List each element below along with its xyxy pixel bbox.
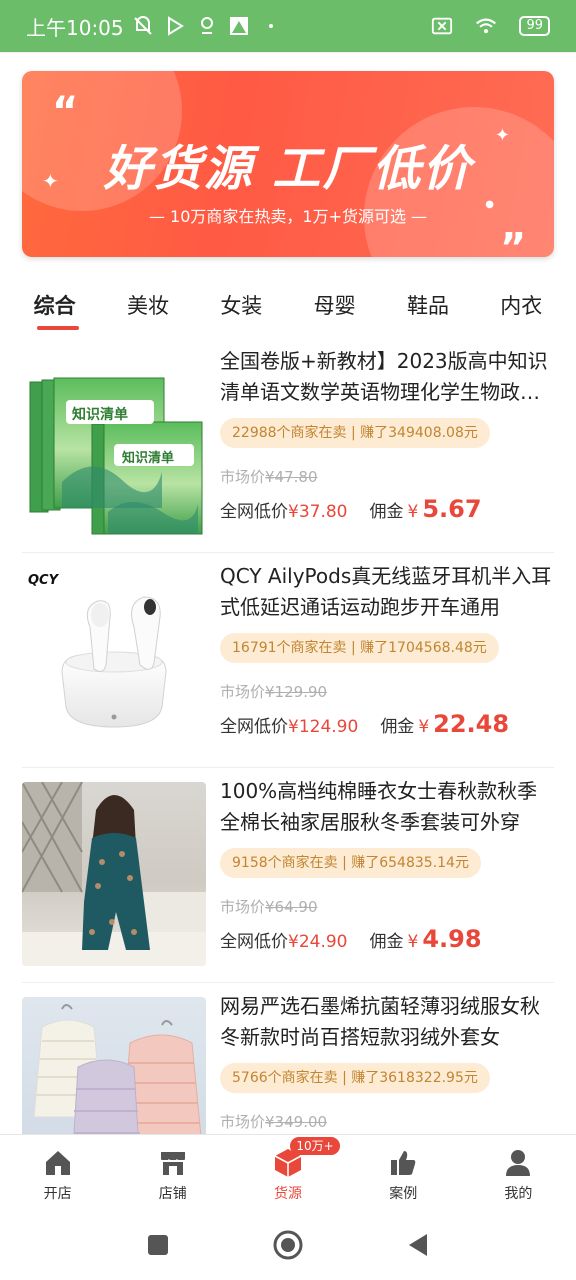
promo-banner[interactable]: “ ✦ ✦ ● 好货源 工厂低价 — 10万商家在热卖，1万+货源可选 — “ xyxy=(22,71,554,257)
seller-badge: 9158个商家在卖 | 赚了654835.14元 xyxy=(220,848,481,878)
tab-all[interactable]: 综合 xyxy=(12,280,98,332)
currency-symbol: ¥ xyxy=(418,717,430,737)
currency-symbol: ¥ xyxy=(407,932,419,952)
price-row: 全网低价 ¥124.90 佣金 ¥ 22.48 xyxy=(220,710,554,738)
seller-badge: 5766个商家在卖 | 赚了3618322.95元 xyxy=(220,1063,490,1093)
location-icon xyxy=(196,15,218,37)
currency-symbol: ¥ xyxy=(407,502,419,522)
back-button[interactable] xyxy=(398,1225,438,1265)
low-price: ¥24.90 xyxy=(288,932,348,952)
mute-icon xyxy=(132,15,154,37)
commission-value: 22.48 xyxy=(433,710,510,738)
nav-label: 案例 xyxy=(389,1186,418,1202)
bottom-nav: 开店 店铺 10万+ 货源 案例 我的 xyxy=(0,1134,576,1210)
book-cover-text: 知识清单 xyxy=(122,451,175,466)
nav-cases[interactable]: 案例 xyxy=(346,1135,461,1210)
low-price: ¥124.90 xyxy=(288,717,359,737)
recent-apps-button[interactable] xyxy=(138,1225,178,1265)
tab-womens[interactable]: 女装 xyxy=(198,280,284,332)
commission-value: 4.98 xyxy=(422,925,482,953)
nav-open-shop[interactable]: 开店 xyxy=(0,1135,115,1210)
commission-label: 佣金 xyxy=(369,932,404,952)
commission-label: 佣金 xyxy=(380,717,415,737)
sim-none-icon xyxy=(431,15,453,37)
store-icon xyxy=(157,1147,189,1179)
nav-label: 开店 xyxy=(43,1186,72,1202)
low-price-label: 全网低价 xyxy=(220,717,288,737)
banner-area: “ ✦ ✦ ● 好货源 工厂低价 — 10万商家在热卖，1万+货源可选 — “ xyxy=(0,52,576,270)
nav-label: 货源 xyxy=(274,1186,302,1202)
market-price: 市场价¥64.90 xyxy=(220,898,318,916)
home-icon xyxy=(42,1147,74,1179)
product-title: 网易严选石墨烯抗菌轻薄羽绒服女秋冬新款时尚百搭短款羽绒外套女 xyxy=(220,994,540,1049)
low-price-label: 全网低价 xyxy=(220,932,288,952)
tab-beauty[interactable]: 美妆 xyxy=(105,280,191,332)
market-price: 市场价¥47.80 xyxy=(220,468,318,486)
product-list: 知识清单 知识清单 全国卷版+新教材】2023版高中知识清单语文数学英语物理化学… xyxy=(0,338,576,1134)
wifi-icon xyxy=(475,15,497,37)
commission-value: 5.67 xyxy=(422,495,482,523)
play-store-icon xyxy=(164,15,186,37)
brand-logo: QCY xyxy=(28,573,59,588)
product-title: 全国卷版+新教材】2023版高中知识清单语文数学英语物理化学生物政治历史地理 xyxy=(220,349,548,404)
product-title: 100%高档纯棉睡衣女士春秋款秋季全棉长袖家居服秋冬季套装可外穿 xyxy=(220,779,538,834)
product-item[interactable]: 知识清单 知识清单 全国卷版+新教材】2023版高中知识清单语文数学英语物理化学… xyxy=(22,338,554,553)
banner-subtitle: — 10万商家在热卖，1万+货源可选 — xyxy=(148,207,428,226)
quote-close-icon: “ xyxy=(499,205,526,251)
book-cover-text: 知识清单 xyxy=(72,407,128,423)
seller-badge: 22988个商家在卖 | 赚了349408.08元 xyxy=(220,418,490,448)
product-item[interactable]: 100%高档纯棉睡衣女士春秋款秋季全棉长袖家居服秋冬季套装可外穿 9158个商家… xyxy=(22,768,554,983)
nav-me[interactable]: 我的 xyxy=(461,1135,576,1210)
product-title: QCY AilyPods真无线蓝牙耳机半入耳式低延迟通话运动跑步开车通用 xyxy=(220,564,552,619)
app-icon xyxy=(228,15,250,37)
seller-badge: 16791个商家在卖 | 赚了1704568.48元 xyxy=(220,633,499,663)
nav-badge: 10万+ xyxy=(290,1137,340,1155)
nav-supply[interactable]: 10万+ 货源 xyxy=(230,1135,345,1210)
thumbs-up-icon xyxy=(387,1147,419,1179)
category-tabs: 综合 美妆 女装 母婴 鞋品 内衣 xyxy=(0,280,576,332)
nav-label: 店铺 xyxy=(158,1186,187,1202)
price-row: 全网低价 ¥24.90 佣金 ¥ 4.98 xyxy=(220,925,554,953)
product-item[interactable]: QCY QCY AilyPods真无线蓝牙耳机半入耳式低延迟通话运动跑步开车通用 xyxy=(22,553,554,768)
banner-title: 好货源 工厂低价 xyxy=(103,141,473,197)
dot-icon xyxy=(260,15,282,37)
price-row: 全网低价 ¥37.80 佣金 ¥ 5.67 xyxy=(220,495,554,523)
low-price-label: 全网低价 xyxy=(220,502,288,522)
system-nav-bar xyxy=(0,1210,576,1280)
status-bar: 上午10:05 99 xyxy=(0,0,576,52)
tab-baby[interactable]: 母婴 xyxy=(292,280,378,332)
low-price: ¥37.80 xyxy=(288,502,348,522)
tab-underwear[interactable]: 内衣 xyxy=(478,280,564,332)
home-button[interactable] xyxy=(268,1225,308,1265)
user-icon xyxy=(502,1147,534,1179)
battery-icon: 99 xyxy=(519,16,550,36)
product-thumbnail: QCY xyxy=(22,567,206,751)
market-price: 市场价¥349.00 xyxy=(220,1113,328,1131)
nav-store[interactable]: 店铺 xyxy=(115,1135,230,1210)
nav-label: 我的 xyxy=(504,1186,533,1202)
market-price: 市场价¥129.90 xyxy=(220,683,328,701)
product-thumbnail xyxy=(22,782,206,966)
status-time: 上午10:05 xyxy=(26,15,124,40)
product-item[interactable]: 网易严选石墨烯抗菌轻薄羽绒服女秋冬新款时尚百搭短款羽绒外套女 5766个商家在卖… xyxy=(22,983,554,1134)
commission-label: 佣金 xyxy=(369,502,404,522)
product-thumbnail: 知识清单 知识清单 xyxy=(22,352,206,536)
product-thumbnail xyxy=(22,997,206,1134)
tab-shoes[interactable]: 鞋品 xyxy=(385,280,471,332)
